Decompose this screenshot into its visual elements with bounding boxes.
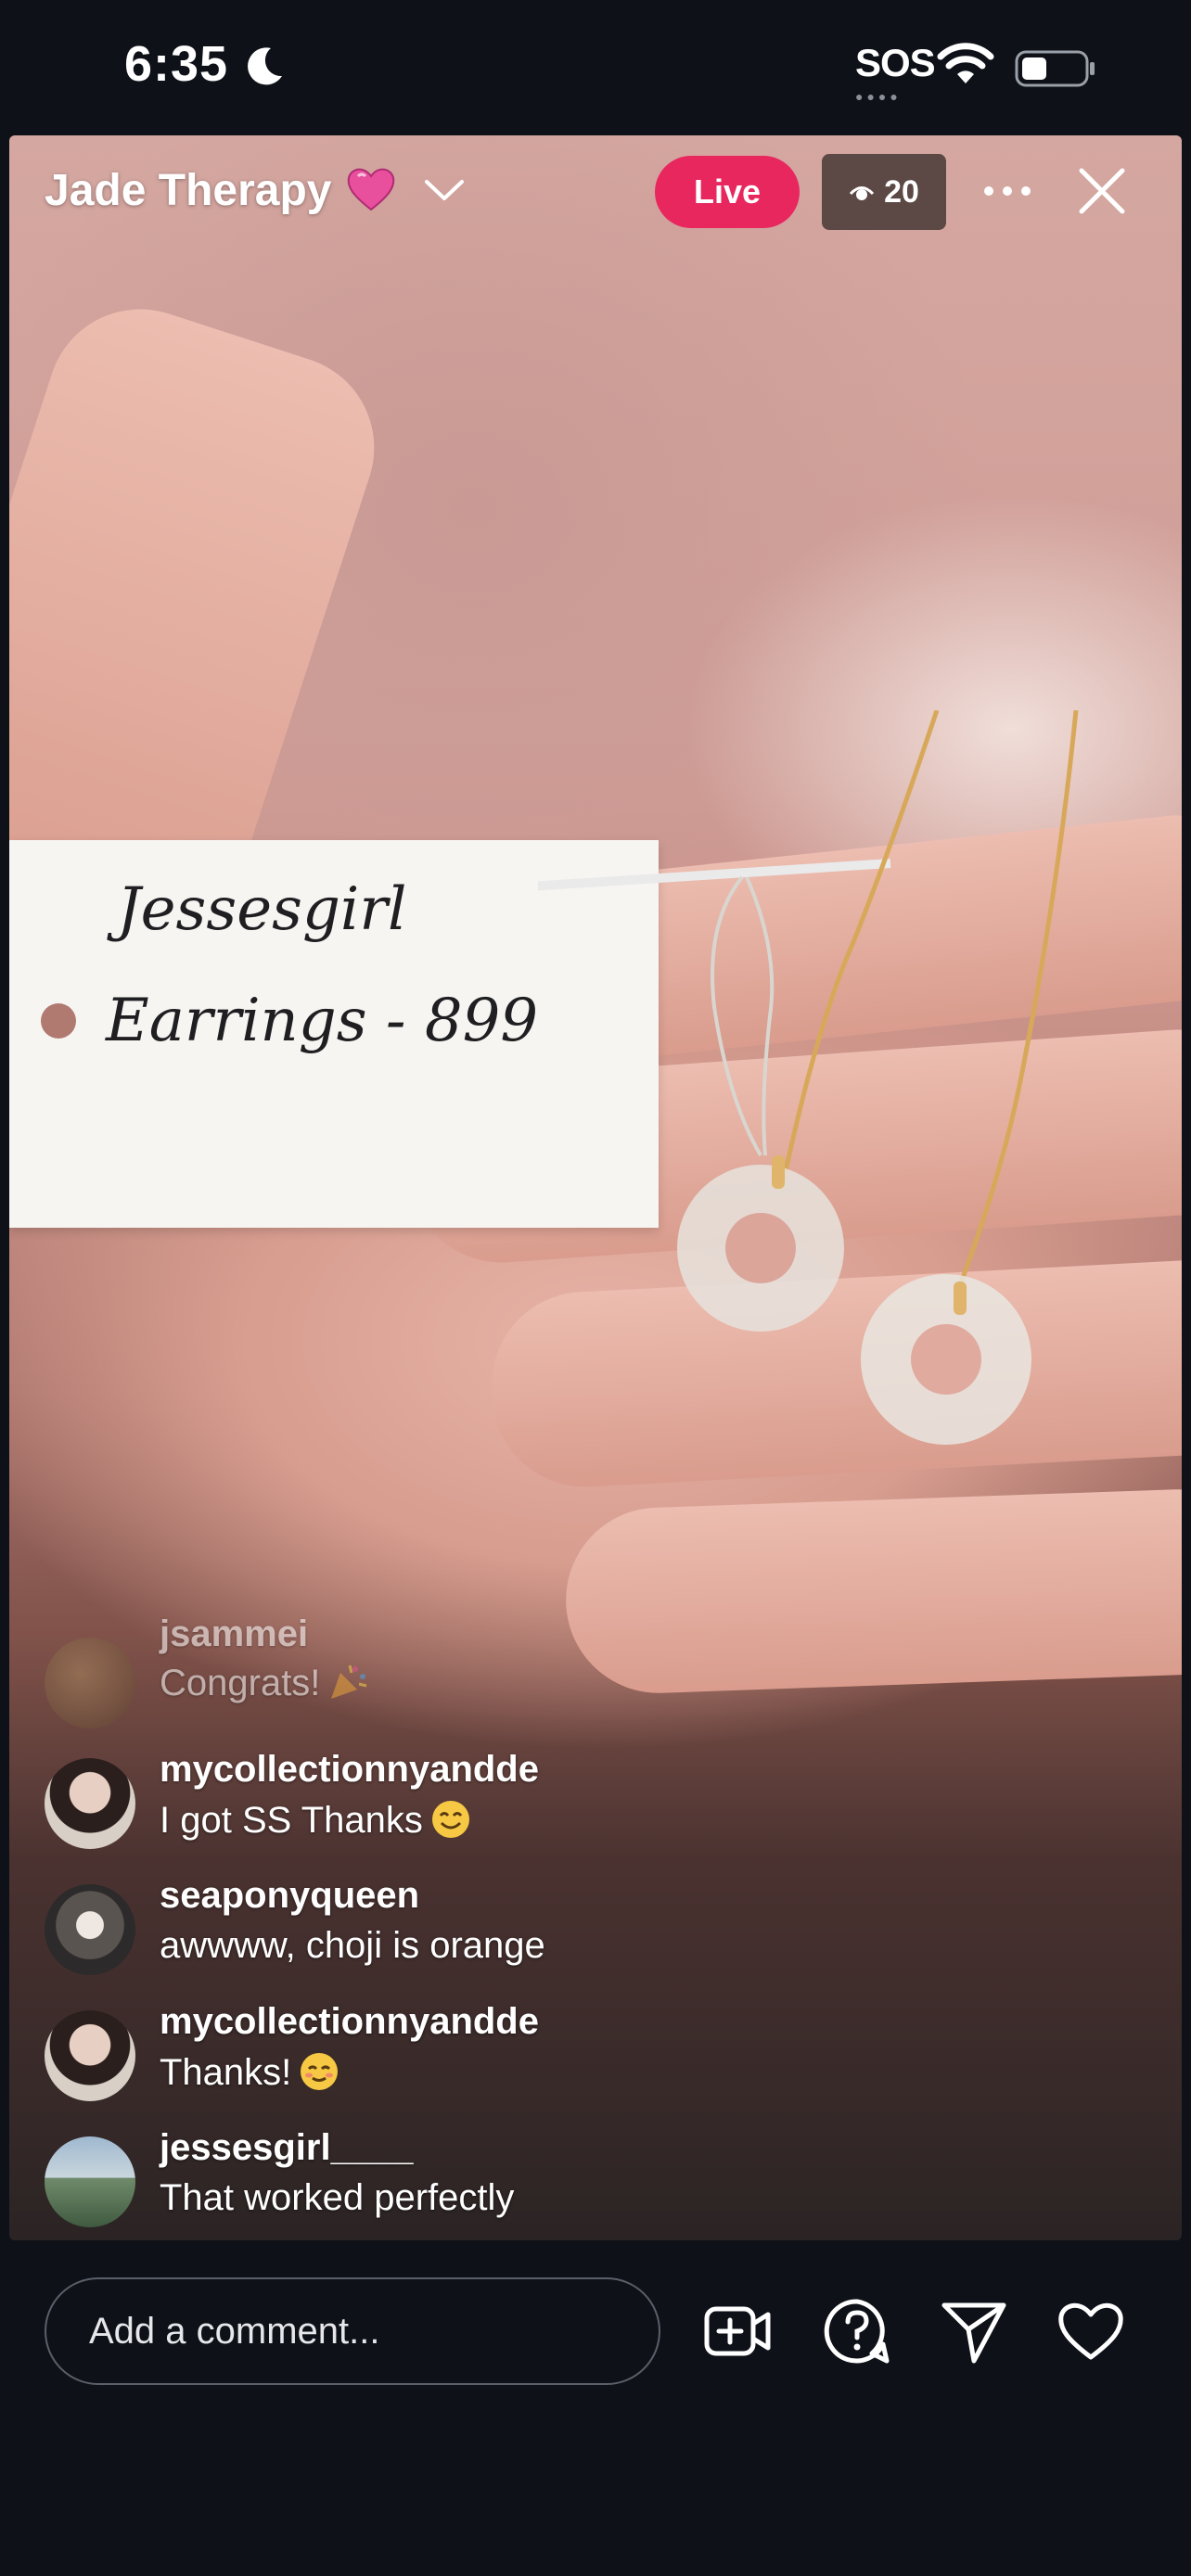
comment-text: That worked perfectly xyxy=(160,2177,515,2218)
avatar[interactable] xyxy=(45,2010,135,2101)
comment-input[interactable] xyxy=(45,2277,660,2385)
jade-earrings-image xyxy=(538,710,1079,1445)
more-options-icon[interactable] xyxy=(981,172,1033,210)
comment-text: I got SS Thanks xyxy=(160,1799,471,1842)
comment-item[interactable]: seaponyqueen awwww, choji is orange xyxy=(45,1871,879,1983)
send-icon[interactable] xyxy=(939,2296,1009,2366)
smiling-face-emoji-icon xyxy=(431,1801,469,1838)
comment-username[interactable]: mycollectionnyandde xyxy=(160,1749,539,1791)
comment-username[interactable]: jsammei xyxy=(160,1613,308,1655)
avatar[interactable] xyxy=(45,2136,135,2227)
eye-icon xyxy=(849,186,875,200)
signal-dots-icon: ●●●● xyxy=(855,89,902,104)
live-badge: Live xyxy=(655,156,800,228)
avatar[interactable] xyxy=(45,1884,135,1975)
tag-buyer-name: Jessesgirl xyxy=(117,875,407,944)
viewer-count: 20 xyxy=(884,173,919,210)
wifi-icon xyxy=(937,43,994,83)
comment-item[interactable]: jsammei Congrats! xyxy=(45,1613,879,1736)
close-icon[interactable] xyxy=(1076,165,1128,217)
stream-title[interactable]: Jade Therapy xyxy=(45,165,331,216)
blushing-face-emoji-icon xyxy=(301,2053,339,2090)
comment-item[interactable]: mycollectionnyandde Thanks! xyxy=(45,1997,879,2109)
comment-username[interactable]: jessesgirl____ xyxy=(160,2127,414,2169)
tag-hole xyxy=(41,1003,76,1039)
chevron-down-icon[interactable] xyxy=(423,176,466,204)
comment-username[interactable]: mycollectionnyandde xyxy=(160,2001,539,2043)
do-not-disturb-moon-icon xyxy=(248,47,282,85)
sos-indicator: SOS xyxy=(855,41,936,84)
comment-text: Congrats! xyxy=(160,1662,368,1704)
tag-item-price: Earrings - 899 xyxy=(106,987,539,1055)
comment-text-value: Thanks! xyxy=(160,2052,292,2093)
comment-text-value: I got SS Thanks xyxy=(160,1800,423,1841)
add-video-icon[interactable] xyxy=(703,2296,774,2366)
comment-item[interactable]: mycollectionnyandde I got SS Thanks xyxy=(45,1745,879,1856)
avatar[interactable] xyxy=(45,1638,135,1728)
viewer-count-badge[interactable]: 20 xyxy=(822,154,946,230)
battery-icon xyxy=(1015,50,1095,87)
comment-text-value: Congrats! xyxy=(160,1663,321,1703)
comment-text: Thanks! xyxy=(160,2051,339,2094)
avatar[interactable] xyxy=(45,1758,135,1849)
comment-username[interactable]: seaponyqueen xyxy=(160,1875,419,1917)
status-bar: 6:35 SOS ●●●● xyxy=(0,0,1191,134)
comment-item[interactable]: jessesgirl____ That worked perfectly xyxy=(45,2123,879,2235)
status-time: 6:35 xyxy=(124,36,229,92)
heart-icon[interactable] xyxy=(1056,2296,1126,2366)
pink-heart-emoji-icon xyxy=(347,168,395,211)
question-icon[interactable] xyxy=(822,2296,892,2366)
party-popper-emoji-icon xyxy=(331,1664,367,1699)
comment-text: awwww, choji is orange xyxy=(160,1925,545,1966)
